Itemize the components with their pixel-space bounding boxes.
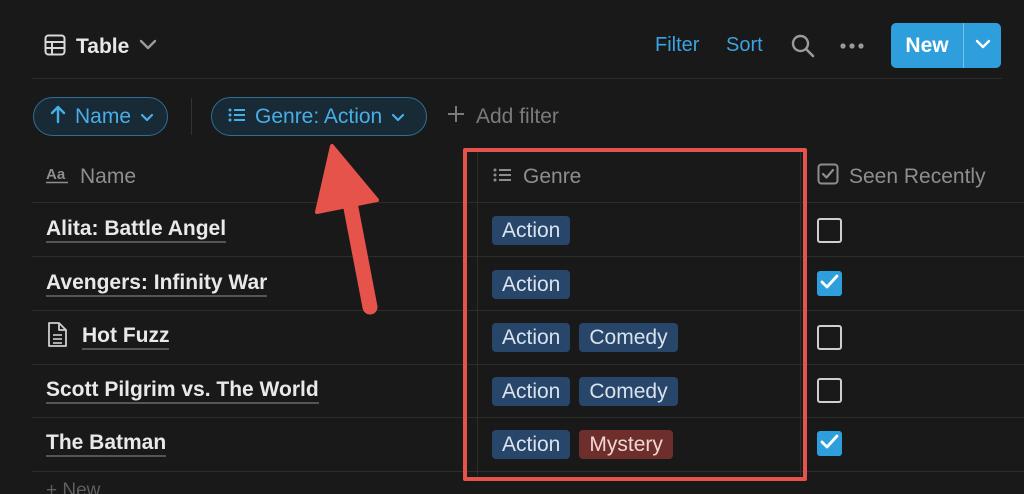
arrow-up-icon (50, 104, 66, 130)
list-icon (228, 105, 246, 129)
check-icon (820, 434, 839, 454)
sort-pill[interactable]: Name (33, 97, 168, 136)
filter-button[interactable]: Filter (655, 34, 699, 57)
row-title[interactable]: The Batman (46, 429, 167, 459)
chevron-down-icon (140, 105, 154, 129)
row-title-text: Hot Fuzz (82, 324, 170, 350)
genre-filter-label: Genre: Action (255, 104, 383, 128)
checkbox-property-icon (817, 163, 839, 191)
new-button[interactable]: New (891, 23, 963, 68)
check-icon (820, 274, 839, 294)
search-icon[interactable] (790, 33, 816, 59)
row-title-text: Scott Pilgrim vs. The World (46, 378, 319, 404)
annotation-arrow-icon (315, 144, 379, 315)
sort-button[interactable]: Sort (726, 34, 763, 57)
genre-filter-pill[interactable]: Genre: Action (211, 97, 427, 136)
text-property-icon: Aa (46, 164, 70, 190)
add-filter-button[interactable]: Add filter (446, 103, 559, 131)
sort-pill-label: Name (75, 104, 132, 128)
new-dropdown-button[interactable] (964, 23, 1001, 68)
column-header-label: Name (80, 165, 137, 188)
seen-checkbox[interactable] (817, 378, 842, 403)
seen-checkbox[interactable] (817, 271, 842, 296)
pill-divider (191, 98, 192, 135)
row-title-text: The Batman (46, 431, 167, 457)
add-filter-label: Add filter (476, 105, 559, 128)
row-title-text: Avengers: Infinity War (46, 271, 268, 297)
column-header-seen-recently[interactable]: Seen Recently (817, 160, 986, 194)
row-title[interactable]: Hot Fuzz (46, 321, 170, 353)
add-new-row-button[interactable]: + New (46, 480, 100, 494)
seen-checkbox[interactable] (817, 218, 842, 243)
column-header-label: Seen Recently (849, 165, 986, 188)
table-icon (44, 34, 66, 61)
row-title[interactable]: Avengers: Infinity War (46, 269, 268, 299)
chevron-down-icon (975, 37, 991, 55)
row-title-text: Alita: Battle Angel (46, 217, 227, 243)
chevron-down-icon (139, 38, 157, 56)
view-label: Table (76, 35, 130, 58)
toolbar-divider (32, 78, 1002, 79)
annotation-highlight-box (463, 148, 807, 481)
row-title[interactable]: Alita: Battle Angel (46, 215, 227, 245)
svg-text:Aa: Aa (46, 166, 66, 183)
seen-checkbox[interactable] (817, 431, 842, 456)
plus-icon (446, 104, 466, 130)
seen-checkbox[interactable] (817, 325, 842, 350)
column-header-name[interactable]: Aa Name (46, 160, 136, 194)
chevron-down-icon (391, 105, 405, 129)
new-button-group: New (891, 23, 1001, 68)
page-icon (46, 321, 68, 353)
view-switcher[interactable]: Table (44, 30, 157, 64)
row-title[interactable]: Scott Pilgrim vs. The World (46, 376, 319, 406)
more-options-icon[interactable] (838, 33, 866, 59)
